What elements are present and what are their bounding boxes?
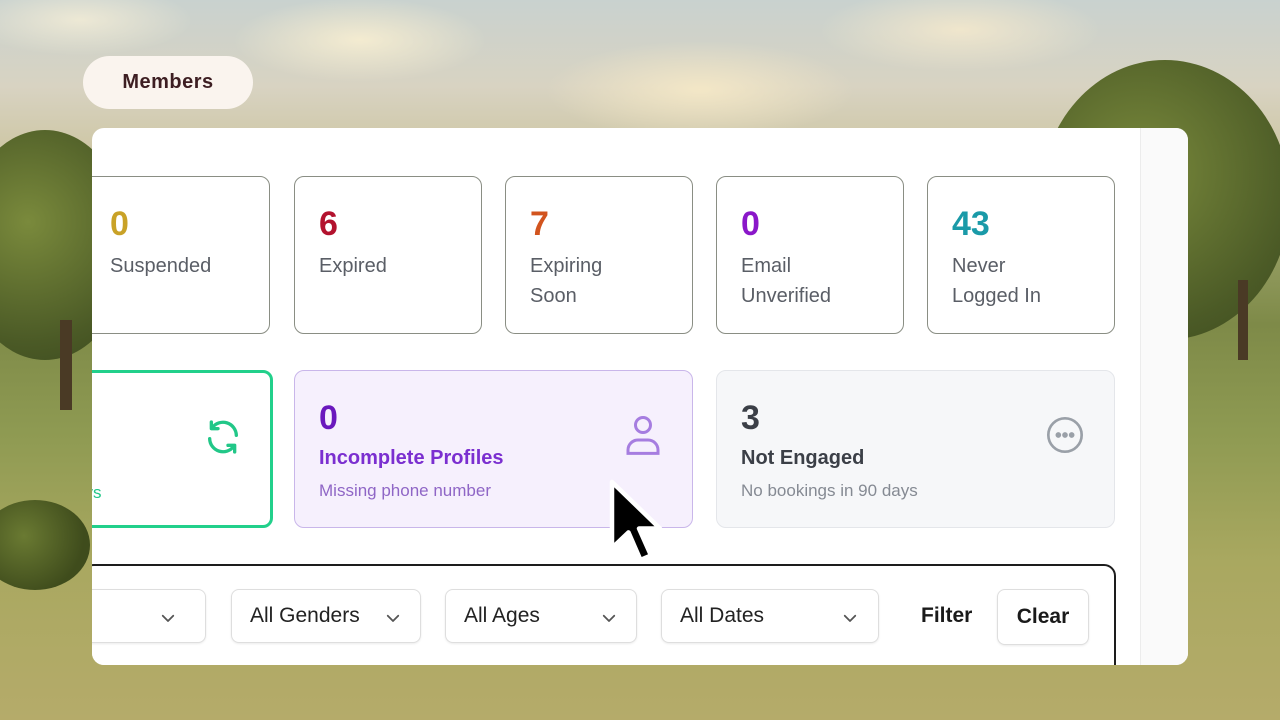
highlight-subtitle: ays: [92, 483, 102, 502]
background-tree-trunk: [60, 320, 72, 410]
clear-button[interactable]: Clear: [997, 589, 1089, 645]
members-panel: 0 Suspended 6 Expired 7 Expiring Soon 0 …: [92, 128, 1188, 665]
stat-label: Email Unverified: [741, 255, 832, 307]
chevron-down-icon: [161, 614, 175, 622]
highlight-subtitle: Missing phone number: [319, 481, 491, 500]
stat-label: Expiring Soon: [530, 255, 603, 307]
stat-value: 0: [741, 205, 760, 243]
stat-card-expired[interactable]: 6 Expired: [294, 176, 482, 334]
highlight-card-not-engaged[interactable]: 3 Not Engaged No bookings in 90 days: [716, 370, 1115, 528]
highlight-value: 0: [319, 399, 338, 437]
more-circle-icon: [1047, 417, 1083, 453]
stat-label: Suspended: [110, 255, 212, 277]
stat-card-suspended[interactable]: 0 Suspended: [92, 176, 270, 334]
stat-value: 7: [530, 205, 549, 243]
stat-card-expiring-soon[interactable]: 7 Expiring Soon: [505, 176, 693, 334]
highlight-subtitle: No bookings in 90 days: [741, 481, 918, 500]
background-tree-trunk: [1238, 280, 1248, 360]
filter-button[interactable]: Filter: [921, 604, 972, 628]
stat-value: 0: [110, 205, 129, 243]
chevron-down-icon: [843, 614, 857, 622]
highlight-title: Incomplete Profiles: [319, 447, 504, 469]
select-value: All Dates: [680, 604, 765, 627]
filter-select-age[interactable]: All Ages: [445, 589, 637, 643]
highlight-value: 3: [741, 399, 760, 437]
mouse-cursor-icon: [609, 479, 663, 563]
filter-select-first[interactable]: [92, 589, 206, 643]
chevron-down-icon: [386, 614, 400, 622]
filter-select-date[interactable]: All Dates: [661, 589, 879, 643]
highlight-card-renewals[interactable]: ays: [92, 370, 273, 528]
page-title: Members: [83, 56, 253, 109]
select-value: All Ages: [464, 604, 540, 627]
highlight-title: Not Engaged: [741, 447, 865, 469]
stat-card-email-unverified[interactable]: 0 Email Unverified: [716, 176, 904, 334]
stat-label: Expired: [319, 255, 387, 277]
panel-scroll-edge: [1140, 128, 1188, 665]
stat-value: 43: [952, 205, 990, 243]
filter-select-gender[interactable]: All Genders: [231, 589, 421, 643]
refresh-icon: [208, 420, 238, 454]
stat-label: Never Logged In: [952, 255, 1041, 307]
stat-card-never-logged-in[interactable]: 43 Never Logged In: [927, 176, 1115, 334]
select-value: All Genders: [250, 604, 360, 627]
chevron-down-icon: [602, 614, 616, 622]
background-bush: [0, 500, 90, 590]
user-icon: [626, 416, 660, 455]
stat-value: 6: [319, 205, 338, 243]
